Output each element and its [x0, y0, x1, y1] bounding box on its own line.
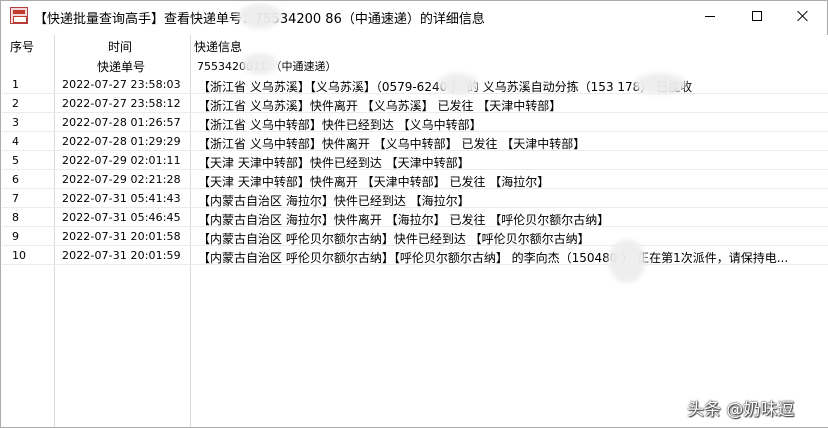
row-info: 【浙江省 义乌苏溪】【义乌苏溪】（0579-6240 ） 的 义乌苏溪自动分拣（…: [198, 80, 692, 94]
row-seq: 10: [12, 249, 26, 262]
table-row[interactable]: 8 2022-07-31 05:46:45 【内蒙古自治区 海拉尔】快件离开 【…: [2, 208, 828, 227]
row-seq: 8: [12, 211, 19, 224]
table-row[interactable]: 10 2022-07-31 20:01:59 【内蒙古自治区 呼伦贝尔额尔古纳】…: [2, 246, 828, 265]
row-seq: 1: [12, 78, 19, 91]
row-info: 【浙江省 义乌中转部】快件已经到达 【义乌中转部】: [198, 118, 482, 132]
privacy-blur: [608, 239, 646, 283]
column-header-time[interactable]: 时间: [108, 38, 132, 55]
minimize-button[interactable]: [687, 1, 733, 31]
row-info: 【内蒙古自治区 呼伦贝尔额尔古纳】快件已经到达 【呼伦贝尔额尔古纳】: [198, 232, 590, 246]
close-icon: [797, 10, 809, 22]
row-time: 2022-07-27 23:58:12: [62, 97, 181, 110]
column-header-info[interactable]: 快递信息: [194, 38, 242, 55]
row-seq: 2: [12, 97, 19, 110]
table-row[interactable]: 9 2022-07-31 20:01:58 【内蒙古自治区 呼伦贝尔额尔古纳】快…: [2, 227, 828, 246]
tracking-number-label: 快递单号: [97, 60, 146, 74]
row-time: 2022-07-31 05:46:45: [62, 211, 181, 224]
table-row[interactable]: 1 2022-07-27 23:58:03 【浙江省 义乌苏溪】【义乌苏溪】（0…: [2, 75, 828, 94]
row-time: 2022-07-28 01:26:57: [62, 116, 181, 129]
row-time: 2022-07-31 20:01:58: [62, 230, 181, 243]
row-info: 【浙江省 义乌苏溪】快件离开 【义乌苏溪】 已发往 【天津中转部】: [198, 99, 562, 113]
row-time: 2022-07-29 02:21:28: [62, 173, 181, 186]
row-seq: 7: [12, 192, 19, 205]
row-info: 【内蒙古自治区 海拉尔】快件已经到达 【海拉尔】: [198, 194, 470, 208]
row-info: 【天津 天津中转部】快件离开 【天津中转部】 已发往 【海拉尔】: [198, 175, 550, 189]
table-row[interactable]: 2 2022-07-27 23:58:12 【浙江省 义乌苏溪】快件离开 【义乌…: [2, 94, 828, 113]
header-row: 序号 时间 快递信息: [2, 35, 828, 55]
privacy-blur: [242, 53, 278, 75]
row-seq: 5: [12, 154, 19, 167]
row-seq: 9: [12, 230, 19, 243]
table-row[interactable]: 6 2022-07-29 02:21:28 【天津 天津中转部】快件离开 【天津…: [2, 170, 828, 189]
watermark: 头条 @奶味逗: [687, 400, 795, 420]
privacy-blur: [438, 73, 478, 95]
row-seq: 3: [12, 116, 19, 129]
row-info: 【内蒙古自治区 海拉尔】快件离开 【海拉尔】 已发往 【呼伦贝尔额尔古纳】: [198, 213, 610, 227]
row-time: 2022-07-27 23:58:03: [62, 78, 181, 91]
title-bar[interactable]: 【快递批量查询高手】查看快递单号：75534200 86（中通速递）的详细信息: [1, 1, 827, 31]
maximize-icon: [752, 11, 762, 21]
tracking-detail-grid[interactable]: 序号 时间 快递信息 快递单号 7553420071 （中通速递） 1 2022…: [2, 3, 828, 427]
row-time: 2022-07-29 02:01:11: [62, 154, 181, 167]
table-row[interactable]: 5 2022-07-29 02:01:11 【天津 天津中转部】快件已经到达 【…: [2, 151, 828, 170]
maximize-button[interactable]: [734, 1, 780, 31]
table-row[interactable]: 4 2022-07-28 01:29:29 【浙江省 义乌中转部】快件离开 【义…: [2, 132, 828, 151]
close-button[interactable]: [780, 1, 826, 31]
row-seq: 6: [12, 173, 19, 186]
tracking-number-row: 快递单号 7553420071 （中通速递）: [2, 55, 828, 75]
table-row[interactable]: 3 2022-07-28 01:26:57 【浙江省 义乌中转部】快件已经到达 …: [2, 113, 828, 132]
privacy-blur: [238, 3, 282, 29]
row-info: 【天津 天津中转部】快件已经到达 【天津中转部】: [198, 156, 470, 170]
row-info: 【内蒙古自治区 呼伦贝尔额尔古纳】【呼伦贝尔额尔古纳】 的李向杰（150480 …: [198, 251, 789, 265]
app-logo-icon: [10, 7, 28, 24]
privacy-blur: [634, 73, 686, 95]
row-seq: 4: [12, 135, 19, 148]
row-info: 【浙江省 义乌中转部】快件离开 【义乌中转部】 已发往 【天津中转部】: [198, 137, 586, 151]
app-window: 【快递批量查询高手】查看快递单号：75534200 86（中通速递）的详细信息 …: [0, 0, 828, 428]
row-time: 2022-07-31 05:41:43: [62, 192, 181, 205]
table-row[interactable]: 7 2022-07-31 05:41:43 【内蒙古自治区 海拉尔】快件已经到达…: [2, 189, 828, 208]
row-time: 2022-07-28 01:29:29: [62, 135, 181, 148]
column-header-seq[interactable]: 序号: [10, 38, 34, 55]
row-time: 2022-07-31 20:01:59: [62, 249, 181, 262]
minimize-icon: [705, 15, 715, 17]
tracking-rows: 1 2022-07-27 23:58:03 【浙江省 义乌苏溪】【义乌苏溪】（0…: [2, 75, 828, 265]
